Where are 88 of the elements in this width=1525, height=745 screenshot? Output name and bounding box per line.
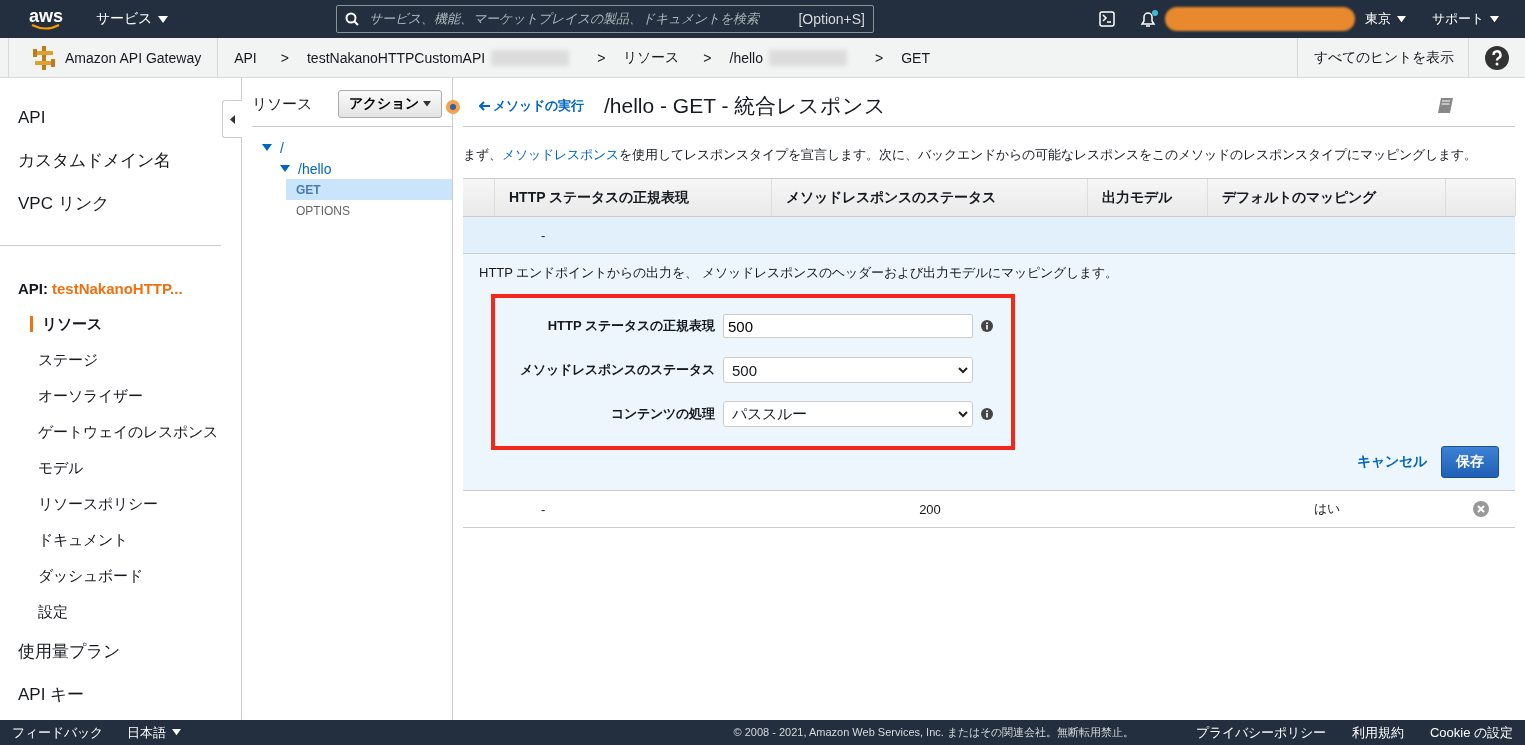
search-icon [345, 12, 359, 26]
table-cell-text: はい [1313, 500, 1341, 518]
hints-button[interactable]: すべてのヒントを表示 [1297, 38, 1469, 77]
sidebar-item[interactable]: リソースポリシー [0, 486, 241, 522]
info-icon[interactable] [981, 408, 993, 420]
aws-logo[interactable]: aws [28, 8, 64, 30]
form-note: HTTP エンドポイントからの出力を、 メソッドレスポンスのヘッダーおよび出力モデルにマッピングします。 [479, 264, 1119, 282]
table-cell-text: - [540, 501, 547, 517]
status-dot-icon [446, 100, 460, 114]
method-response-link[interactable]: メソッドレスポンス [502, 147, 619, 162]
shortcut-hint: [Option+S] [798, 11, 865, 27]
table-row[interactable]: - [463, 217, 1515, 254]
breadcrumb-link[interactable]: testNakanoHTTPCustomAPI [306, 49, 486, 66]
breadcrumb-separator: > [874, 49, 884, 66]
input-field[interactable]: 500 [723, 314, 973, 338]
back-link[interactable]: メソッドの実行 [479, 97, 584, 115]
sidebar-item[interactable]: カスタムドメイン名 [0, 139, 189, 182]
language-menu[interactable]: 日本語 [127, 723, 181, 742]
action-button[interactable]: アクション [338, 90, 442, 118]
search-field[interactable]: サービス、機能、マーケットプレイスの製品、ドキュメントを検索 [Option+S] [336, 5, 874, 33]
caret-icon [172, 729, 181, 736]
sidebar-item[interactable]: ゲートウェイのレスポンス [0, 414, 241, 450]
field-label: HTTP ステータスの正規表現 [546, 317, 715, 335]
caret-icon [1490, 15, 1499, 23]
tree-item[interactable]: OPTIONS [286, 200, 452, 221]
cancel-link[interactable]: キャンセル [1357, 453, 1427, 471]
breadcrumb-separator: > [280, 49, 289, 66]
column-header: メソッドレスポンスのステータス [772, 179, 1088, 216]
api-label: API: [18, 279, 48, 297]
sidebar-item[interactable]: ダッシュボード [0, 558, 241, 594]
page-title: /hello - GET - 統合レスポンス [604, 93, 887, 119]
account-menu[interactable] [1165, 7, 1355, 31]
breadcrumb-link[interactable]: GET [901, 49, 930, 66]
breadcrumb-separator: > [597, 49, 606, 66]
caret-icon [230, 114, 235, 124]
panel-title: リソース [252, 94, 312, 114]
caret-icon [280, 165, 290, 172]
breadcrumb-link[interactable]: リソース [623, 48, 680, 67]
caret-icon [158, 15, 168, 23]
caret-icon [1397, 15, 1406, 23]
chevron-icon [958, 366, 968, 374]
sidebar-item[interactable]: API キー [0, 673, 103, 716]
footer-link[interactable]: プライバシーポリシー [1195, 723, 1326, 742]
book-icon[interactable] [1437, 97, 1455, 115]
sidebar-item[interactable]: ステージ [0, 342, 241, 378]
column-header: HTTP ステータスの正規表現 [495, 179, 772, 216]
sidebar-item[interactable]: オーソライザー [0, 378, 241, 414]
table-cell-text: 200 [918, 501, 942, 517]
collapse-button[interactable] [222, 100, 242, 138]
column-header: 出力モデル [1088, 179, 1208, 216]
sidebar-item[interactable]: API [0, 96, 64, 139]
sidebar-item[interactable]: リソース [0, 306, 241, 342]
caret-icon [423, 101, 431, 107]
save-button[interactable]: 保存 [1441, 446, 1499, 478]
product-link[interactable]: Amazon API Gateway [8, 38, 219, 77]
chevron-icon [958, 410, 968, 418]
feedback-link[interactable]: フィードバック [12, 723, 103, 742]
delete-icon[interactable] [1473, 501, 1489, 517]
tree-item[interactable]: /hello [270, 158, 452, 179]
column-header: デフォルトのマッピング [1208, 179, 1446, 216]
services-menu[interactable]: サービス [96, 10, 336, 28]
select-field[interactable]: パススルー [723, 401, 973, 427]
sidebar-item[interactable]: 設定 [0, 594, 241, 630]
caret-icon [262, 144, 272, 151]
breadcrumb-separator: > [703, 49, 712, 66]
select-field[interactable]: 500 [723, 357, 973, 383]
terminal-icon[interactable] [1099, 11, 1115, 27]
table-cell-text: - [540, 227, 547, 243]
support-menu[interactable]: サポート [1432, 10, 1499, 28]
sidebar-item[interactable]: VPC リンク [0, 182, 127, 225]
api-gateway-logo [33, 45, 55, 70]
copyright-text: © 2008 - 2021, Amazon Web Services, Inc. またはその関連会社。無断転用禁止。 [733, 725, 1134, 740]
region-menu[interactable]: 東京 [1365, 10, 1406, 28]
footer-link[interactable]: Cookie の設定 [1429, 723, 1513, 742]
field-label: コンテンツの処理 [610, 405, 715, 423]
bell-icon[interactable] [1139, 10, 1159, 28]
breadcrumb-link[interactable]: API [234, 49, 257, 66]
sidebar-item[interactable]: 使用量プラン [0, 630, 138, 673]
info-icon[interactable] [981, 320, 993, 332]
footer-link[interactable]: 利用規約 [1351, 723, 1404, 742]
sidebar-item[interactable]: ドキュメント [0, 522, 241, 558]
arrow-left-icon [479, 101, 490, 111]
description-text: まず、メソッドレスポンス を使用してレスポンスタイプを宣言します。次に、バックエンドからの可能なレスポンスをこのメソッドのレスポンスタイプにマッピングします。 [463, 146, 1478, 164]
breadcrumb-link[interactable]: /hello [729, 49, 763, 66]
help-icon[interactable] [1485, 45, 1509, 70]
field-label: メソッドレスポンスのステータス [519, 361, 715, 379]
sidebar-item[interactable]: モデル [0, 450, 241, 486]
tree-item[interactable]: / [252, 137, 452, 158]
